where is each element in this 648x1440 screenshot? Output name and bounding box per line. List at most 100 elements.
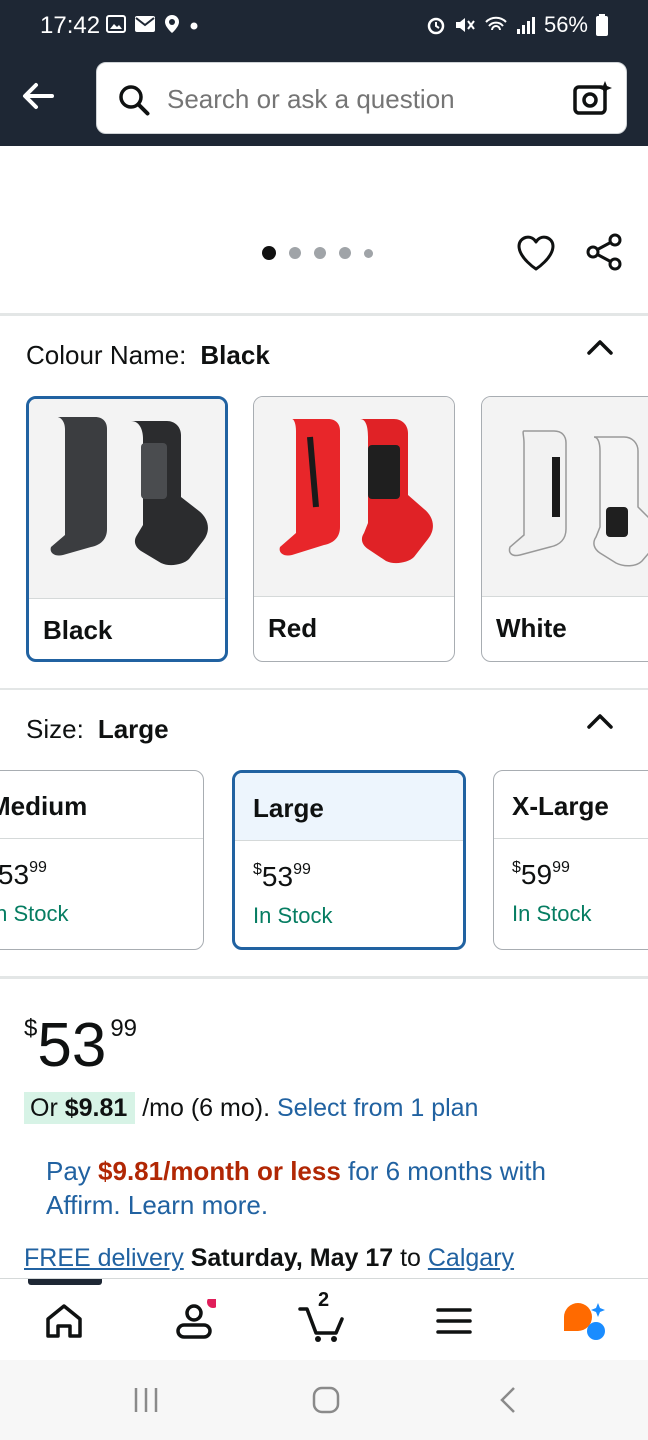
- affirm-link[interactable]: Pay $9.81/month or less for 6 months wit…: [46, 1154, 606, 1222]
- colour-option-red[interactable]: Red: [253, 396, 455, 662]
- search-icon: [119, 85, 150, 116]
- account-icon[interactable]: [172, 1299, 216, 1343]
- cart-count: 2: [318, 1289, 330, 1311]
- price-currency: $: [512, 859, 521, 876]
- search-bar[interactable]: [96, 62, 627, 134]
- location-icon: [165, 15, 179, 33]
- rufus-icon[interactable]: [560, 1299, 608, 1343]
- gallery-dot[interactable]: [262, 246, 276, 260]
- chevron-up-icon[interactable]: [586, 712, 614, 730]
- price-cents: 99: [29, 859, 47, 876]
- delivery-location-link[interactable]: Calgary: [428, 1244, 514, 1272]
- mute-icon: [455, 18, 475, 32]
- battery-percent: 56%: [543, 12, 588, 37]
- price-whole: 53: [261, 861, 294, 892]
- monthly-highlight: Or $9.81: [24, 1092, 136, 1124]
- stock-status: In Stock: [253, 903, 333, 928]
- product-image-white: [482, 397, 648, 597]
- back-arrow-icon[interactable]: [18, 76, 58, 116]
- size-option-price: $5999: [512, 859, 570, 891]
- main-price: $53 99: [24, 1010, 137, 1081]
- chevron-up-icon[interactable]: [586, 338, 614, 356]
- mail-icon: [135, 16, 155, 32]
- size-value: Large: [97, 714, 169, 744]
- size-option-name: Large: [253, 793, 324, 823]
- size-option-name: Medium: [0, 791, 88, 821]
- back-button-icon[interactable]: [496, 1386, 520, 1414]
- divider: [0, 313, 648, 316]
- colour-option-label: Red: [268, 613, 318, 643]
- monthly-suffix: /mo (6 mo).: [135, 1094, 277, 1122]
- price-currency: $: [24, 1015, 38, 1042]
- price-cents: 99: [293, 861, 311, 878]
- gallery-dot[interactable]: [364, 248, 373, 258]
- colour-option-label: Black: [43, 615, 113, 645]
- divider: [0, 688, 648, 690]
- image-gallery: [0, 146, 648, 314]
- status-bar: 17:42 56%: [0, 0, 648, 54]
- home-button-icon[interactable]: [312, 1386, 340, 1414]
- free-delivery-link[interactable]: FREE delivery: [24, 1244, 184, 1272]
- price-whole: 53: [37, 1011, 107, 1080]
- gallery-dot[interactable]: [289, 247, 301, 259]
- size-option-medium[interactable]: Medium $5399 In Stock: [0, 770, 204, 950]
- system-nav-bar: [0, 1360, 648, 1440]
- wifi-icon: [485, 16, 507, 31]
- camera-lens-icon[interactable]: [572, 79, 612, 119]
- size-label-text: Size:: [26, 714, 84, 744]
- stock-status: In Stock: [0, 901, 69, 926]
- affirm-amount: $9.81/month or less: [98, 1156, 341, 1186]
- size-option-name: X-Large: [512, 791, 609, 821]
- size-option-price: $5399: [0, 859, 47, 891]
- gallery-dot[interactable]: [339, 247, 351, 259]
- price-currency: $: [253, 861, 262, 878]
- colour-label-text: Colour Name:: [26, 340, 187, 370]
- status-left-icons: [106, 14, 200, 34]
- gallery-dot[interactable]: [314, 247, 326, 259]
- home-icon[interactable]: [42, 1299, 86, 1343]
- colour-value: Black: [200, 340, 270, 370]
- price-whole: 59: [520, 859, 553, 890]
- stock-status: In Stock: [512, 901, 592, 926]
- size-option-price: $5399: [253, 861, 311, 893]
- size-option-head: Large: [235, 773, 463, 841]
- status-right-icons: 56%: [426, 12, 608, 38]
- delivery-to: to: [393, 1244, 428, 1272]
- monthly-amount: $9.81: [64, 1094, 128, 1122]
- size-option-x-large[interactable]: X-Large $5999 In Stock: [493, 770, 648, 950]
- monthly-payment: Or $9.81 /mo (6 mo). Select from 1 plan: [24, 1092, 479, 1124]
- price-whole: 53: [0, 859, 30, 890]
- bottom-nav: 2: [0, 1278, 648, 1360]
- battery-icon: [596, 14, 608, 36]
- select-plan-link[interactable]: Select from 1 plan: [277, 1094, 479, 1122]
- search-input[interactable]: [167, 77, 547, 121]
- share-icon[interactable]: [584, 232, 624, 272]
- menu-icon[interactable]: [432, 1299, 476, 1343]
- size-option-head: X-Large: [494, 771, 648, 839]
- alarm-icon: [427, 17, 445, 35]
- affirm-pay: Pay: [46, 1156, 99, 1186]
- size-option-large[interactable]: Large $5399 In Stock: [232, 770, 466, 950]
- gallery-dots: [262, 246, 373, 260]
- divider: [0, 976, 648, 979]
- signal-icon: [516, 17, 535, 34]
- colour-option-white[interactable]: White: [481, 396, 648, 662]
- product-image-red: [254, 397, 454, 597]
- price-cents: 99: [110, 1015, 138, 1042]
- search-header: [0, 54, 648, 146]
- status-time: 17:42: [40, 12, 101, 39]
- colour-option-black[interactable]: Black: [26, 396, 228, 662]
- colour-name-label: Colour Name: Black: [26, 340, 270, 371]
- size-label: Size: Large: [26, 714, 169, 745]
- colour-option-label: White: [496, 613, 567, 643]
- product-image-black: [29, 399, 225, 599]
- price-cents: 99: [552, 859, 570, 876]
- heart-icon[interactable]: [516, 234, 556, 272]
- size-option-head: Medium: [0, 771, 203, 839]
- active-tab-indicator: [28, 1279, 102, 1285]
- recent-apps-icon[interactable]: [132, 1386, 160, 1414]
- delivery-info: FREE delivery Saturday, May 17 to Calgar…: [24, 1244, 514, 1273]
- gallery-icon: [106, 15, 126, 33]
- dot-icon: [190, 22, 198, 30]
- monthly-prefix: Or: [30, 1094, 65, 1122]
